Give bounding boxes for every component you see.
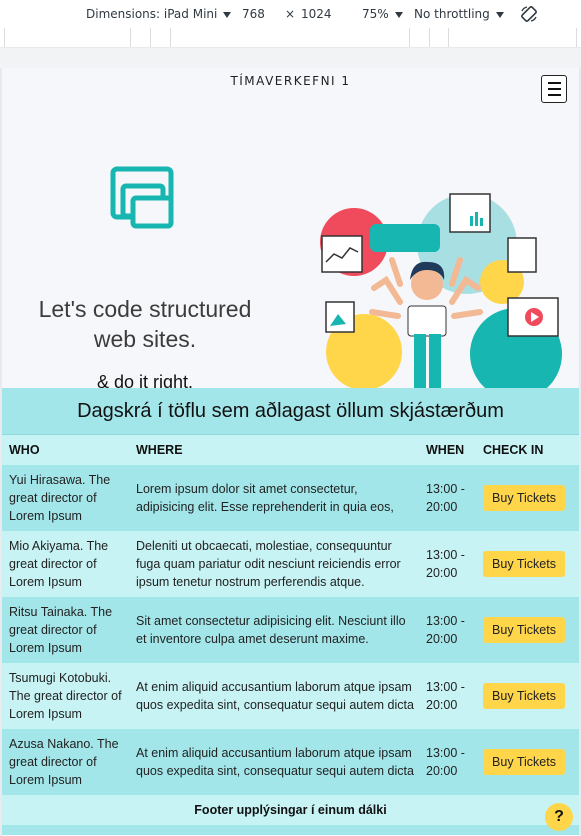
buy-tickets-button[interactable]: Buy Tickets bbox=[483, 617, 565, 643]
table-row: Azusa Nakano. The great director of Lore… bbox=[2, 729, 579, 795]
site-title: TÍMAVERKEFNI 1 bbox=[230, 74, 351, 88]
buy-tickets-button[interactable]: Buy Tickets bbox=[483, 749, 565, 775]
cell-when: 13:00 - 20:00 bbox=[426, 482, 465, 514]
chevron-down-icon bbox=[223, 11, 232, 18]
throttling-label: No throttling bbox=[414, 7, 490, 21]
header-where: WHERE bbox=[136, 443, 183, 457]
buy-tickets-button[interactable]: Buy Tickets bbox=[483, 485, 565, 511]
table-footer: Footer upplýsingar í einum dálki bbox=[2, 795, 579, 825]
zoom-label: 75% bbox=[362, 7, 389, 21]
cell-check-in: Buy Tickets bbox=[483, 485, 579, 511]
header-when: WHEN bbox=[426, 443, 465, 457]
menu-button[interactable] bbox=[541, 75, 567, 103]
throttling-select[interactable]: No throttling bbox=[414, 7, 504, 21]
device-toolbar: Dimensions: iPad Mini 768 × 1024 75% No … bbox=[0, 0, 581, 29]
hero-headline: Let's code structured web sites. bbox=[2, 294, 288, 354]
cell-check-in: Buy Tickets bbox=[483, 551, 579, 577]
hero-headline-line2: web sites. bbox=[93, 326, 197, 352]
cell-check-in: Buy Tickets bbox=[483, 749, 579, 775]
cell-who: Azusa Nakano. The great director of Lore… bbox=[9, 737, 119, 787]
cell-when: 13:00 - 20:00 bbox=[426, 548, 465, 580]
media-query-ruler[interactable] bbox=[0, 28, 581, 48]
device-select[interactable]: Dimensions: iPad Mini bbox=[86, 7, 232, 21]
cell-who: Tsumugi Kotobuki. The great director of … bbox=[9, 671, 122, 721]
buy-tickets-button[interactable]: Buy Tickets bbox=[483, 683, 565, 709]
cell-where: Sit amet consectetur adipisicing elit. N… bbox=[136, 614, 406, 646]
schedule-table: Dagskrá í töflu sem aðlagast öllum skjás… bbox=[2, 388, 579, 835]
windows-stack-logo bbox=[110, 166, 174, 229]
table-row: Mio Akiyama. The great director of Lorem… bbox=[2, 531, 579, 597]
hero-headline-line1: Let's code structured bbox=[38, 296, 252, 322]
cell-who: Yui Hirasawa. The great director of Lore… bbox=[9, 473, 111, 523]
cell-where: At enim aliquid accusantium laborum atqu… bbox=[136, 680, 414, 712]
table-row: Yui Hirasawa. The great director of Lore… bbox=[2, 465, 579, 531]
device-select-label: Dimensions: iPad Mini bbox=[86, 7, 218, 21]
cell-when: 13:00 - 20:00 bbox=[426, 614, 465, 646]
hero-section: Let's code structured web sites. & do it… bbox=[2, 108, 579, 412]
chevron-down-icon bbox=[495, 11, 504, 18]
buy-tickets-button[interactable]: Buy Tickets bbox=[483, 551, 565, 577]
cell-when: 13:00 - 20:00 bbox=[426, 746, 465, 778]
table-row: Tsumugi Kotobuki. The great director of … bbox=[2, 663, 579, 729]
cell-check-in: Buy Tickets bbox=[483, 617, 579, 643]
width-input[interactable]: 768 bbox=[242, 7, 265, 21]
hamburger-icon bbox=[547, 82, 561, 84]
table-header: WHO WHERE WHEN CHECK IN bbox=[2, 434, 579, 465]
help-button[interactable]: ? bbox=[545, 803, 573, 831]
devtools-gutter bbox=[0, 48, 581, 68]
rotate-icon[interactable] bbox=[519, 4, 539, 24]
cell-where: Deleniti ut obcaecati, molestiae, conseq… bbox=[136, 539, 401, 589]
table-bottom bbox=[2, 825, 579, 835]
cell-check-in: Buy Tickets bbox=[483, 683, 579, 709]
table-caption: Dagskrá í töflu sem aðlagast öllum skjás… bbox=[2, 388, 579, 434]
header-check-in: CHECK IN bbox=[483, 443, 544, 457]
times-symbol: × bbox=[285, 7, 296, 21]
cell-where: At enim aliquid accusantium laborum atqu… bbox=[136, 746, 414, 778]
zoom-select[interactable]: 75% bbox=[362, 7, 403, 21]
cell-who: Ritsu Tainaka. The great director of Lor… bbox=[9, 605, 113, 655]
cell-where: Lorem ipsum dolor sit amet consectetur, … bbox=[136, 482, 394, 514]
height-input[interactable]: 1024 bbox=[301, 7, 332, 21]
cell-when: 13:00 - 20:00 bbox=[426, 680, 465, 712]
cell-who: Mio Akiyama. The great director of Lorem… bbox=[9, 539, 109, 589]
table-row: Ritsu Tainaka. The great director of Lor… bbox=[2, 597, 579, 663]
header-who: WHO bbox=[9, 443, 40, 457]
chevron-down-icon bbox=[394, 11, 403, 18]
page-viewport: TÍMAVERKEFNI 1 Let's code structured web… bbox=[2, 68, 579, 836]
